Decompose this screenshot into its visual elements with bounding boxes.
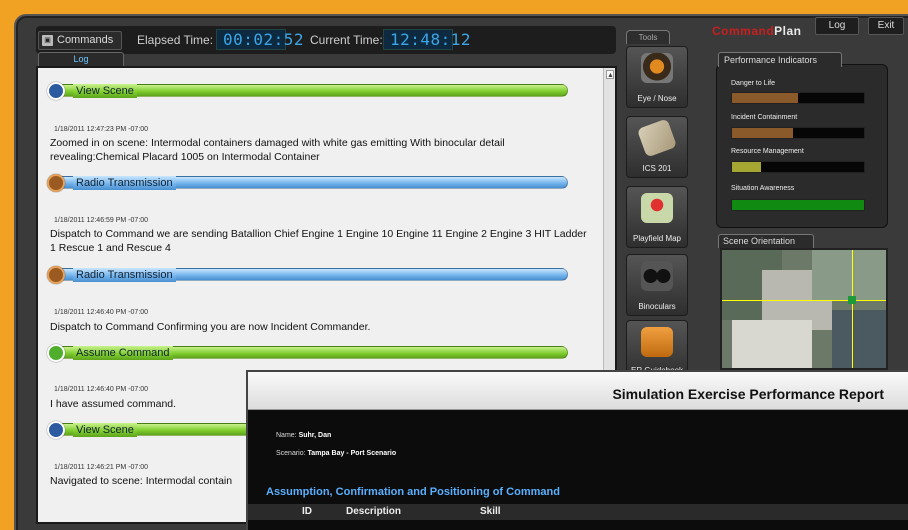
report-table-header: ID Description Skill	[248, 504, 908, 520]
tool-eye-nose[interactable]: Eye / Nose	[626, 46, 688, 108]
scenario-label: Scenario:	[276, 450, 306, 457]
report-section-title: Assumption, Confirmation and Positioning…	[266, 486, 560, 498]
app-logo: CommandPlan	[712, 24, 802, 38]
log-message: Dispatch to Command we are sending Batal…	[50, 228, 587, 254]
log-message: Dispatch to Command Confirming you are n…	[50, 321, 371, 333]
map-terrain	[832, 310, 886, 368]
log-event-bar: Radio Transmission	[47, 266, 568, 284]
indicator-label: Danger to Life	[731, 80, 775, 87]
indicator-bar	[731, 161, 865, 173]
tool-label: ICS 201	[642, 164, 672, 173]
scene-orientation-tab: Scene Orientation	[718, 234, 814, 248]
binoculars-icon	[641, 261, 673, 291]
radio-icon	[47, 174, 65, 192]
indicator-bar	[731, 92, 865, 104]
elapsed-time-label: Elapsed Time:	[137, 33, 214, 47]
scene-map[interactable]	[720, 248, 888, 370]
indicator-fill	[732, 162, 762, 172]
log-timestamp: 1/18/2011 12:46:21 PM -07:00	[54, 464, 149, 471]
indicator-label: Incident Containment	[731, 114, 798, 121]
indicator-bar	[731, 127, 865, 139]
indicator-label: Situation Awareness	[731, 185, 795, 192]
column-skill: Skill	[480, 506, 501, 517]
report-header: Simulation Exercise Performance Report	[248, 372, 908, 410]
indicator-fill	[732, 200, 864, 210]
tool-playfield-map[interactable]: Playfield Map	[626, 186, 688, 248]
tool-label: Binoculars	[638, 302, 676, 311]
log-timestamp: 1/18/2011 12:46:40 PM -07:00	[54, 309, 149, 316]
log-event-bar: Radio Transmission	[47, 174, 568, 192]
scenario-value: Tampa Bay - Port Scenario	[307, 450, 397, 457]
gas-mask-icon	[641, 53, 673, 83]
radio-icon	[47, 266, 65, 284]
current-time-value: 12:48:12	[383, 29, 471, 50]
position-marker-icon	[848, 296, 856, 304]
logo-plan-text: Plan	[774, 24, 802, 38]
log-event-title: View Scene	[73, 84, 137, 98]
log-message: Zoomed in on scene: Intermodal container…	[50, 137, 505, 163]
clipboard-icon	[636, 118, 678, 158]
tools-header: Tools	[626, 30, 670, 44]
log-event-title: Assume Command	[73, 346, 173, 360]
eye-icon	[47, 421, 65, 439]
log-event-bar: View Scene	[47, 82, 568, 100]
map-pin-icon	[641, 193, 673, 223]
tool-label: Playfield Map	[632, 234, 682, 243]
name-label: Name:	[276, 432, 297, 439]
tool-binoculars[interactable]: Binoculars	[626, 254, 688, 316]
report-name: Name: Suhr, Dan	[276, 432, 331, 439]
report-title: Simulation Exercise Performance Report	[612, 386, 884, 402]
tool-ics-201[interactable]: ICS 201	[626, 116, 688, 178]
map-terrain	[812, 250, 886, 300]
commands-button[interactable]: ▣ Commands	[38, 31, 122, 50]
commands-label: Commands	[57, 34, 114, 46]
indicator-label: Resource Management	[731, 148, 804, 155]
log-timestamp: 1/18/2011 12:47:23 PM -07:00	[54, 126, 149, 133]
report-scenario: Scenario: Tampa Bay - Port Scenario	[276, 450, 396, 457]
log-timestamp: 1/18/2011 12:46:59 PM -07:00	[54, 217, 149, 224]
indicator-fill	[732, 93, 798, 103]
log-button[interactable]: Log	[815, 17, 859, 35]
map-gridline	[852, 250, 853, 368]
current-time-label: Current Time:	[310, 33, 383, 47]
exit-button[interactable]: Exit	[868, 17, 904, 35]
tab-log[interactable]: Log	[38, 52, 124, 66]
name-value: Suhr, Dan	[298, 432, 332, 439]
elapsed-time-value: 00:02:52	[216, 29, 304, 50]
scroll-up-icon[interactable]: ▲	[606, 70, 614, 79]
column-description: Description	[346, 506, 402, 517]
indicator-bar	[731, 199, 865, 211]
log-event-bar: Assume Command	[47, 344, 568, 362]
eye-icon	[47, 82, 65, 100]
log-event-title: View Scene	[73, 423, 137, 437]
map-gridline	[722, 300, 886, 301]
log-event-title: Radio Transmission	[73, 268, 176, 282]
tool-label: Eye / Nose	[637, 94, 677, 103]
log-timestamp: 1/18/2011 12:46:40 PM -07:00	[54, 386, 149, 393]
flag-icon	[47, 344, 65, 362]
commands-icon: ▣	[42, 35, 53, 46]
book-icon	[641, 327, 673, 357]
column-id: ID	[302, 506, 312, 517]
performance-tab: Performance Indicators	[718, 52, 842, 67]
logo-command-text: Command	[712, 24, 775, 38]
performance-report-window: Simulation Exercise Performance Report N…	[246, 370, 908, 530]
log-event-title: Radio Transmission	[73, 176, 176, 190]
indicator-fill	[732, 128, 793, 138]
map-terrain	[732, 320, 812, 368]
